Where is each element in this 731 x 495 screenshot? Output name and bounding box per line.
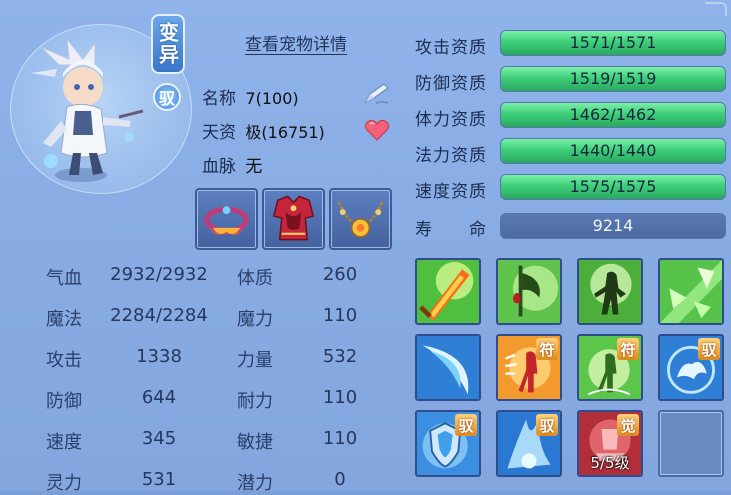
blood-axe-skill-icon [498,260,560,323]
lifespan-label: 寿 命 [415,220,487,240]
stat-label: 潜力 [237,473,273,494]
aptitude-bar: 1571/1571 [500,30,726,56]
stat-value: 532 [322,346,358,367]
aptitude-label: 法力资质 [415,146,487,166]
bloodline-label: 血脉 [202,157,236,177]
view-pet-details-link[interactable]: 查看宠物详情 [245,30,347,55]
aptitude-bar: 1440/1440 [500,138,726,164]
talent-row: 天资 极(16751) [202,118,325,143]
yu-tag: 驭 [536,414,558,436]
aptitude-bar: 1519/1519 [500,66,726,92]
stat-value: 110 [322,387,358,408]
heart-icon[interactable] [364,118,390,142]
stat-label: 魔法 [46,309,82,330]
stat-value: 345 [141,428,177,449]
stat-value: 260 [322,264,358,285]
aptitude-value: 1519/1519 [569,69,657,88]
lifespan-value: 9214 [592,216,634,235]
stat-value: 531 [141,469,177,490]
stat-label: 防御 [46,391,82,412]
stat-label: 攻击 [46,350,82,371]
stat-label: 耐力 [237,391,273,412]
aptitude-label: 防御资质 [415,74,487,94]
stat-value: 2284/2284 [110,305,208,326]
aptitude-label: 速度资质 [415,182,487,202]
name-value: 7(100) [245,89,299,108]
lifespan-bar: 9214 [500,213,726,239]
talisman-tag: 符 [536,338,558,360]
flame-necklace-icon [204,206,249,235]
stat-label: 速度 [46,432,82,453]
aptitude-label: 攻击资质 [415,38,487,58]
aptitude-bar: 1462/1462 [500,102,726,128]
aptitude-value: 1571/1571 [569,33,657,52]
skill-slot-7[interactable]: 符 [577,334,643,401]
stat-label: 灵力 [46,473,82,494]
aptitude-value: 1575/1575 [569,177,657,196]
yu-badge: 驭 [153,83,181,111]
talent-value: 极(16751) [245,123,325,142]
pet-detail-panel: 变异 驭 查看宠物详情 名称 7(100) 天资 极(16751) 血脉 无 气… [0,0,731,494]
equip-slot-3[interactable] [329,188,392,250]
stat-value: 2932/2932 [110,264,208,285]
stat-label: 力量 [237,350,273,371]
flame-sword-skill-icon [417,260,479,323]
skill-slot-4[interactable] [658,258,724,325]
skill-slot-8[interactable]: 驭 [658,334,724,401]
skill-slot-5[interactable] [415,334,481,401]
talent-label: 天资 [202,123,236,143]
skill-slot-11[interactable]: 觉 5/5级 [577,410,643,477]
edit-name-icon[interactable] [362,82,392,106]
awaken-level: 5/5级 [590,454,630,472]
skill-slot-9[interactable]: 驭 [415,410,481,477]
stat-label: 魔力 [237,309,273,330]
name-label: 名称 [202,89,236,109]
stat-value: 644 [141,387,177,408]
skill-slot-3[interactable] [577,258,643,325]
stat-value: 0 [334,469,346,490]
shadow-warrior-skill-icon [579,260,641,323]
bead-necklace-icon [337,201,384,238]
stat-value: 110 [322,305,358,326]
talisman-tag: 符 [617,338,639,360]
skill-slot-6[interactable]: 符 [496,334,562,401]
yu-tag: 驭 [698,338,720,360]
awaken-tag: 觉 [617,414,639,436]
crystal-shatter-skill-icon [660,260,722,323]
stat-label: 体质 [237,268,273,289]
stat-value: 110 [322,428,358,449]
equip-slot-1[interactable] [195,188,258,250]
corner-decoration [705,2,727,16]
skill-slot-10[interactable]: 驭 [496,410,562,477]
skill-slot-empty[interactable] [658,410,724,477]
equip-slot-2[interactable] [262,188,325,250]
bloodline-row: 血脉 无 [202,152,262,177]
aptitude-value: 1440/1440 [569,141,657,160]
stat-label: 敏捷 [237,432,273,453]
armor-icon [272,195,315,241]
water-slash-skill-icon [417,336,479,399]
yu-tag: 驭 [455,414,477,436]
bloodline-value: 无 [245,157,263,177]
name-row: 名称 7(100) [202,84,299,109]
skill-slot-1[interactable] [415,258,481,325]
aptitude-bar: 1575/1575 [500,174,726,200]
variant-badge: 变异 [151,14,185,74]
stat-label: 气血 [46,268,82,289]
aptitude-label: 体力资质 [415,110,487,130]
skill-slot-2[interactable] [496,258,562,325]
stat-value: 1338 [136,346,182,367]
aptitude-value: 1462/1462 [569,105,657,124]
